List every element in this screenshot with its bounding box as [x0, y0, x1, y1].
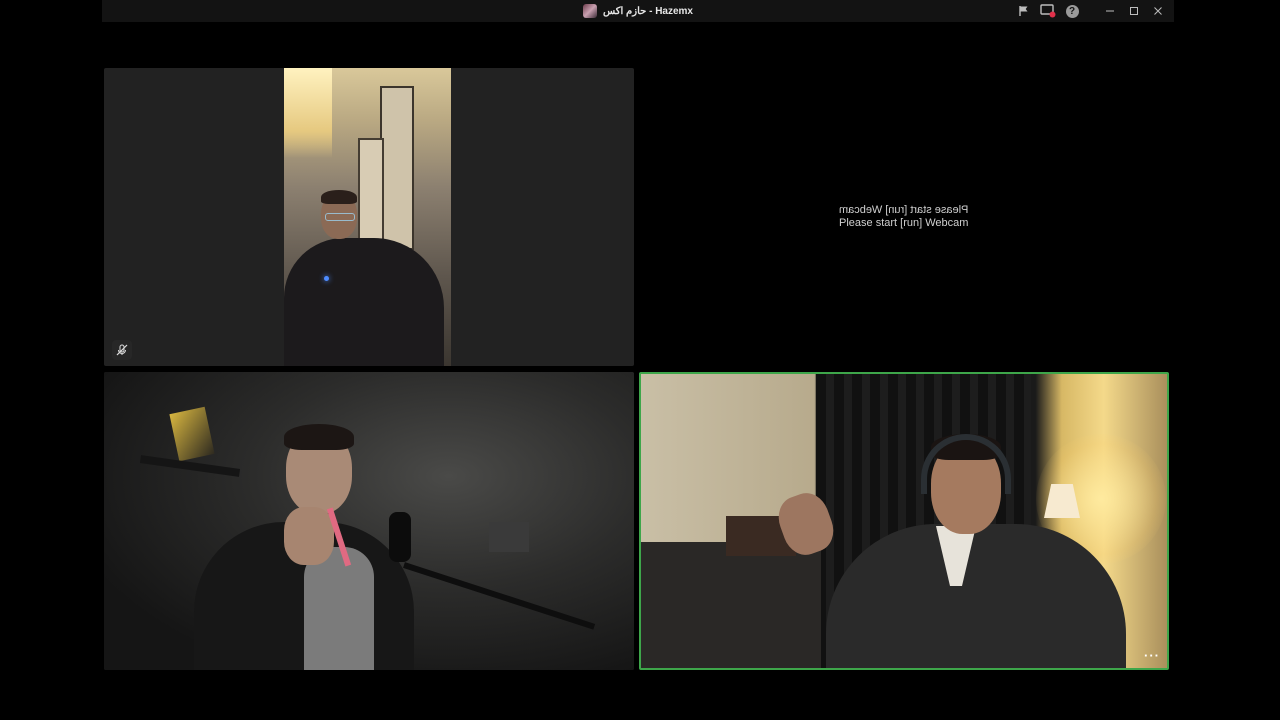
maximize-icon[interactable]: [1122, 0, 1146, 22]
webcam-message-line2: Please start [run] Webcam: [839, 217, 969, 229]
participant-video-tile[interactable]: [104, 68, 634, 366]
video-call-window: حازم اكس - Hazemx ? Please start [run] W…: [0, 0, 1280, 720]
webcam-message-line1: Please start [run] Webcam: [839, 204, 969, 216]
participant-video-tile[interactable]: [104, 372, 634, 670]
window-title-text: حازم اكس - Hazemx: [602, 5, 693, 17]
participant-video-feed: [284, 68, 451, 366]
title-bar: حازم اكس - Hazemx ?: [102, 0, 1174, 22]
close-icon[interactable]: [1146, 0, 1170, 22]
help-icon[interactable]: ?: [1060, 0, 1084, 22]
window-controls: ?: [1012, 0, 1170, 22]
flag-icon[interactable]: [1012, 0, 1036, 22]
profile-avatar: [582, 4, 597, 18]
participant-no-video-tile[interactable]: Please start [run] Webcam Please start […: [639, 68, 1169, 366]
screen-record-icon[interactable]: [1036, 0, 1060, 22]
more-options-button[interactable]: ···: [1143, 648, 1161, 663]
minimize-icon[interactable]: [1098, 0, 1122, 22]
webcam-message: Please start [run] Webcam Please start […: [839, 204, 968, 230]
mic-off-icon: [112, 340, 132, 360]
active-speaker-video-tile[interactable]: ···: [639, 372, 1169, 670]
